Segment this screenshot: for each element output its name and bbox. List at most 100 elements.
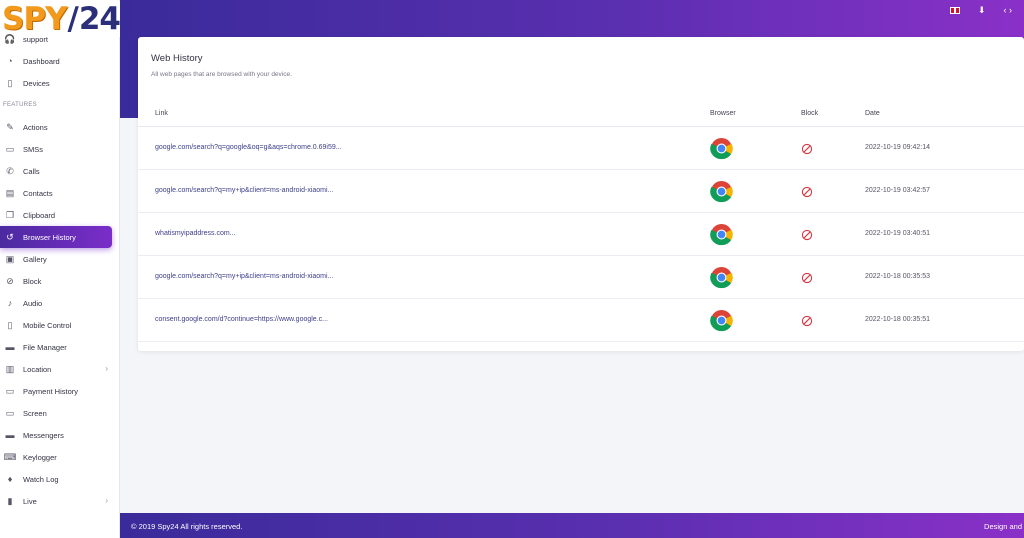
code-icon[interactable]: ‹ › (1004, 5, 1013, 16)
headset-icon: 🎧 (4, 33, 16, 44)
file-icon: ▬ (5, 342, 15, 352)
payment-icon: ▭ (5, 385, 15, 396)
sidebar-item-gallery[interactable]: ▣ Gallery (0, 248, 120, 270)
visit-date: 2022-10-18 00:35:53 (865, 273, 930, 280)
sidebar-item-label: Screen (23, 408, 47, 418)
sidebar-item-messengers[interactable]: ▬ Messengers (0, 424, 120, 446)
column-date[interactable]: Date (865, 110, 880, 117)
block-icon[interactable] (801, 314, 813, 327)
block-icon: ⊘ (6, 275, 14, 286)
sidebar-item-label: Actions (23, 122, 48, 132)
sidebar-item-actions[interactable]: ✎ Actions (0, 116, 120, 138)
sidebar-item-live[interactable]: ▮ Live › (0, 490, 120, 512)
history-icon: ↺ (6, 231, 14, 242)
sidebar: SPY / 24 ® 🎧support◔Dashboard▯DevicesFEA… (0, 0, 129, 538)
actions-icon: ✎ (6, 121, 14, 132)
history-link[interactable]: google.com/search?q=my+ip&client=ms-andr… (155, 273, 333, 280)
footer: © 2019 Spy24 All rights reserved. Design… (120, 513, 1024, 538)
sidebar-item-label: Keylogger (23, 452, 57, 462)
table-header: Link Browser Block Date (138, 103, 1024, 127)
table-row: consent.google.com/d?continue=https://ww… (138, 299, 1024, 342)
screen-icon: ▭ (5, 407, 15, 418)
sidebar-item-screen[interactable]: ▭ Screen (0, 402, 120, 424)
sidebar-item-contacts[interactable]: ▤ Contacts (0, 182, 120, 204)
footer-design-credit[interactable]: Design and (984, 522, 1022, 531)
sidebar-item-location[interactable]: ▥ Location › (0, 358, 120, 380)
sidebar-item-label: Contacts (23, 188, 53, 198)
download-icon[interactable]: ⬇ (978, 5, 986, 16)
bell-icon: ♦ (7, 474, 13, 484)
table-row: google.com/search?q=my+ip&client=ms-andr… (138, 256, 1024, 299)
block-icon[interactable] (801, 185, 813, 198)
sidebar-section-features: FEATURES (3, 102, 37, 108)
live-icon: ▮ (7, 495, 13, 506)
sidebar-item-payment-history[interactable]: ▭ Payment History (0, 380, 120, 402)
block-icon[interactable] (801, 271, 813, 284)
chevron-right-icon: › (105, 364, 108, 373)
sidebar-item-keylogger[interactable]: ⌨ Keylogger (0, 446, 120, 468)
sidebar-item-audio[interactable]: ♪ Audio (0, 292, 120, 314)
sidebar-item-browser-history[interactable]: ↺ Browser History (0, 226, 112, 248)
sidebar-item-label: Watch Log (23, 474, 59, 484)
column-link[interactable]: Link (155, 110, 168, 117)
page-subtitle: All web pages that are browsed with your… (151, 71, 292, 78)
visit-date: 2022-10-18 00:35:51 (865, 316, 930, 323)
sidebar-nav: 🎧 support ◔ Dashboard ▯ Devices FEATURES ✎ Actio… (0, 28, 120, 512)
mobile-icon: ▯ (7, 319, 13, 330)
map-icon: ▥ (5, 363, 15, 374)
chrome-icon (710, 137, 733, 160)
chrome-icon (710, 223, 733, 246)
dashboard-icon: ◔ (7, 56, 13, 66)
keyboard-icon: ⌨ (3, 451, 17, 462)
sidebar-item-label: Gallery (23, 254, 47, 264)
sidebar-item-label: Payment History (23, 386, 79, 396)
history-link[interactable]: google.com/search?q=google&oq=g&aqs=chro… (155, 144, 342, 151)
chrome-icon (710, 266, 733, 289)
sidebar-item-file-manager[interactable]: ▬ File Manager (0, 336, 120, 358)
call-icon: ✆ (6, 165, 14, 176)
phone-icon: ▯ (7, 77, 13, 88)
history-link[interactable]: google.com/search?q=my+ip&client=ms-andr… (155, 187, 333, 194)
block-icon[interactable] (801, 142, 813, 155)
sidebar-item-label: support (23, 34, 49, 44)
table-row: google.com/search?q=my+ip&client=ms-andr… (138, 170, 1024, 213)
visit-date: 2022-10-19 03:42:57 (865, 187, 930, 194)
column-browser[interactable]: Browser (710, 110, 736, 117)
sidebar-item-calls[interactable]: ✆ Calls (0, 160, 120, 182)
chrome-icon (710, 309, 733, 332)
sidebar-item-label: Clipboard (23, 210, 56, 220)
chevron-right-icon: › (105, 496, 108, 505)
footer-copyright: © 2019 Spy24 All rights reserved. (131, 522, 243, 531)
sidebar-item-block[interactable]: ⊘ Block (0, 270, 120, 292)
page-title: Web History (151, 53, 203, 64)
sidebar-item-mobile-control[interactable]: ▯ Mobile Control (0, 314, 120, 336)
sidebar-item-smss[interactable]: ▭ SMSs (0, 138, 120, 160)
sidebar-item-label: Browser History (23, 232, 76, 242)
sidebar-item-label: Audio (23, 298, 43, 308)
sidebar-item-support[interactable]: 🎧 support (0, 28, 120, 50)
sidebar-item-label: Block (23, 276, 42, 286)
visit-date: 2022-10-19 09:42:14 (865, 144, 930, 151)
sidebar-item-label: SMSs (23, 144, 44, 154)
history-link[interactable]: whatismyipaddress.com... (155, 230, 236, 237)
block-icon[interactable] (801, 228, 813, 241)
clipboard-icon: ❐ (5, 209, 15, 220)
sidebar-item-label: Dashboard (23, 56, 60, 66)
sidebar-item-label: Messengers (23, 430, 64, 440)
chrome-icon (710, 180, 733, 203)
language-flag-icon[interactable] (949, 7, 960, 14)
sidebar-item-dashboard[interactable]: ◔ Dashboard (0, 50, 120, 72)
sidebar-item-label: File Manager (23, 342, 67, 352)
sidebar-item-watch-log[interactable]: ♦ Watch Log (0, 468, 120, 490)
sidebar-item-label: Location (23, 364, 52, 374)
sidebar-item-label: Calls (23, 166, 40, 176)
sidebar-item-devices[interactable]: ▯ Devices (0, 72, 120, 94)
messenger-icon: ▬ (5, 430, 15, 440)
history-link[interactable]: consent.google.com/d?continue=https://ww… (155, 316, 328, 323)
sidebar-item-label: Mobile Control (23, 320, 72, 330)
microphone-icon: ♪ (7, 298, 13, 308)
sidebar-item-clipboard[interactable]: ❐ Clipboard (0, 204, 120, 226)
contacts-icon: ▤ (5, 187, 15, 198)
column-block[interactable]: Block (801, 110, 818, 117)
sms-icon: ▭ (5, 143, 15, 154)
